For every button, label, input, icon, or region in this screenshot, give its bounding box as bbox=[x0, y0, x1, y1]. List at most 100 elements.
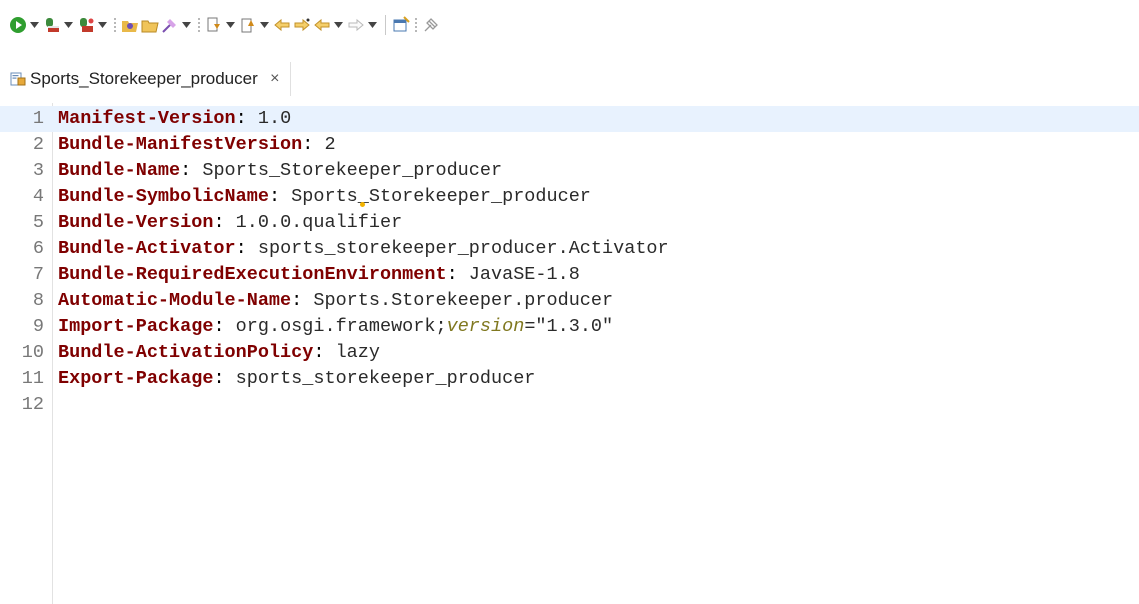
code-text: Automatic-Module-Name: Sports.Storekeepe… bbox=[58, 288, 613, 314]
manifest-header-value: JavaSE-1.8 bbox=[468, 264, 580, 285]
open-task-icon[interactable] bbox=[141, 16, 159, 34]
manifest-header-value: sports_storekeeper_producer.Activator bbox=[257, 238, 669, 259]
line-number: 7 bbox=[32, 264, 44, 285]
debug-dropdown-icon[interactable] bbox=[63, 16, 73, 34]
manifest-header-key: Automatic-Module-Name bbox=[58, 290, 292, 311]
manifest-header-value: Sports.Storekeeper.producer bbox=[313, 290, 614, 311]
code-line[interactable]: 9 Import-Package: org.osgi.framework;vers… bbox=[0, 314, 1139, 340]
close-icon[interactable]: × bbox=[268, 70, 282, 88]
editor-tab[interactable]: Sports_Storekeeper_producer × bbox=[0, 62, 291, 96]
toolbar-separator bbox=[414, 16, 418, 34]
manifest-separator: : bbox=[213, 316, 236, 337]
back-nav-dropdown-icon[interactable] bbox=[333, 16, 343, 34]
manifest-header-key: Manifest-Version bbox=[58, 108, 236, 129]
open-type-icon[interactable] bbox=[121, 16, 139, 34]
code-line[interactable]: 8 Automatic-Module-Name: Sports.Storekeep… bbox=[0, 288, 1139, 314]
manifest-separator: : bbox=[235, 238, 258, 259]
forward-nav-icon bbox=[347, 16, 365, 34]
run-dropdown-icon[interactable] bbox=[29, 16, 39, 34]
manifest-header-key: Bundle-SymbolicName bbox=[58, 186, 269, 207]
manifest-header-value: Sports_Storekeeper_producer bbox=[202, 160, 503, 181]
manifest-header-value: org.osgi.framework; bbox=[235, 316, 447, 337]
line-number: 5 bbox=[32, 212, 44, 233]
coverage-icon[interactable] bbox=[77, 16, 95, 34]
manifest-separator: : bbox=[291, 290, 314, 311]
manifest-header-value: sports_storekeeper_producer bbox=[235, 368, 536, 389]
back-icon[interactable] bbox=[273, 16, 291, 34]
code-text: Manifest-Version: 1.0 bbox=[58, 106, 291, 132]
line-number: 4 bbox=[32, 186, 44, 207]
editor-tab-label: Sports_Storekeeper_producer bbox=[30, 69, 258, 88]
search-icon[interactable] bbox=[161, 16, 179, 34]
manifest-separator: : bbox=[213, 212, 236, 233]
manifest-attribute-name: version bbox=[446, 316, 525, 337]
manifest-attribute-value: ="1.3.0" bbox=[524, 316, 614, 337]
code-text: Export-Package: sports_storekeeper_produ… bbox=[58, 366, 535, 392]
manifest-header-key: Bundle-ManifestVersion bbox=[58, 134, 303, 155]
manifest-separator: : bbox=[213, 368, 236, 389]
manifest-header-value: Sports_Storekeeper_producer bbox=[291, 186, 591, 207]
toolbar-divider bbox=[385, 15, 386, 35]
coverage-dropdown-icon[interactable] bbox=[97, 16, 107, 34]
warning-marker-icon[interactable] bbox=[360, 202, 365, 207]
manifest-header-key: Export-Package bbox=[58, 368, 214, 389]
new-task-icon[interactable] bbox=[392, 16, 410, 34]
manifest-header-key: Bundle-Activator bbox=[58, 238, 236, 259]
pin-editor-icon[interactable] bbox=[422, 16, 440, 34]
manifest-header-key: Bundle-Name bbox=[58, 160, 181, 181]
manifest-header-value: 1.0.0.qualifier bbox=[235, 212, 403, 233]
code-line[interactable]: 11 Export-Package: sports_storekeeper_pro… bbox=[0, 366, 1139, 392]
code-line[interactable]: 3 Bundle-Name: Sports_Storekeeper_produce… bbox=[0, 158, 1139, 184]
manifest-header-value: lazy bbox=[335, 342, 380, 363]
code-line[interactable]: 2 Bundle-ManifestVersion: 2 bbox=[0, 132, 1139, 158]
code-text: Bundle-ManifestVersion: 2 bbox=[58, 132, 336, 158]
manifest-separator: : bbox=[313, 342, 336, 363]
line-number: 3 bbox=[32, 160, 44, 181]
code-line[interactable]: 6 Bundle-Activator: sports_storekeeper_pr… bbox=[0, 236, 1139, 262]
previous-annotation-dropdown-icon[interactable] bbox=[259, 16, 269, 34]
code-text: Bundle-Name: Sports_Storekeeper_producer bbox=[58, 158, 502, 184]
next-annotation-icon[interactable] bbox=[205, 16, 223, 34]
line-number: 6 bbox=[32, 238, 44, 259]
manifest-editor[interactable]: 1 Manifest-Version: 1.0 2 Bundle-ManifestVe… bbox=[0, 103, 1139, 604]
manifest-file-icon bbox=[10, 71, 26, 87]
manifest-header-key: Bundle-ActivationPolicy bbox=[58, 342, 314, 363]
line-number: 10 bbox=[21, 342, 44, 363]
next-annotation-dropdown-icon[interactable] bbox=[225, 16, 235, 34]
code-line[interactable]: 7 Bundle-RequiredExecutionEnvironment: Ja… bbox=[0, 262, 1139, 288]
toolbar-separator bbox=[113, 16, 117, 34]
toolbar-separator bbox=[197, 16, 201, 34]
manifest-separator: : bbox=[235, 108, 258, 129]
manifest-separator: : bbox=[446, 264, 469, 285]
code-line[interactable]: 1 Manifest-Version: 1.0 bbox=[0, 106, 1139, 132]
manifest-header-value: 2 bbox=[324, 134, 336, 155]
code-text: Import-Package: org.osgi.framework;versi… bbox=[58, 314, 613, 340]
search-dropdown-icon[interactable] bbox=[181, 16, 191, 34]
editor-tab-bar: Sports_Storekeeper_producer × bbox=[0, 62, 1139, 96]
line-number: 12 bbox=[21, 394, 44, 415]
line-number: 9 bbox=[32, 316, 44, 337]
run-icon[interactable] bbox=[9, 16, 27, 34]
code-text: Bundle-SymbolicName: Sports_Storekeeper_… bbox=[58, 184, 591, 210]
forward-nav-dropdown-icon[interactable] bbox=[367, 16, 377, 34]
code-text: Bundle-RequiredExecutionEnvironment: Jav… bbox=[58, 262, 580, 288]
forward-icon[interactable] bbox=[293, 16, 311, 34]
code-text: Bundle-Version: 1.0.0.qualifier bbox=[58, 210, 402, 236]
code-line[interactable]: 12 bbox=[0, 392, 1139, 418]
code-line[interactable]: 10 Bundle-ActivationPolicy: lazy bbox=[0, 340, 1139, 366]
line-number: 11 bbox=[21, 368, 44, 389]
previous-annotation-icon[interactable] bbox=[239, 16, 257, 34]
manifest-header-key: Bundle-Version bbox=[58, 212, 214, 233]
line-number: 8 bbox=[32, 290, 44, 311]
code-line[interactable]: 5 Bundle-Version: 1.0.0.qualifier bbox=[0, 210, 1139, 236]
manifest-header-value: 1.0 bbox=[257, 108, 292, 129]
debug-icon[interactable] bbox=[43, 16, 61, 34]
code-text: Bundle-ActivationPolicy: lazy bbox=[58, 340, 380, 366]
manifest-separator: : bbox=[302, 134, 325, 155]
code-text: Bundle-Activator: sports_storekeeper_pro… bbox=[58, 236, 669, 262]
back-nav-icon[interactable] bbox=[313, 16, 331, 34]
manifest-separator: : bbox=[268, 186, 292, 207]
manifest-separator: : bbox=[180, 160, 203, 181]
manifest-header-key: Bundle-RequiredExecutionEnvironment bbox=[58, 264, 447, 285]
code-line[interactable]: 4 Bundle-SymbolicName: Sports_Storekeeper… bbox=[0, 184, 1139, 210]
